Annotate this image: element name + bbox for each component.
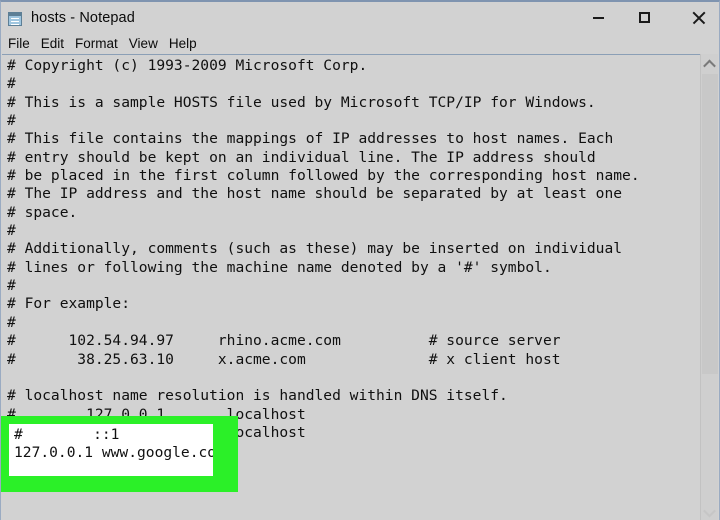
menu-item-help[interactable]: Help xyxy=(169,37,197,51)
scrollbar-thumb[interactable] xyxy=(702,74,718,374)
editor-lines: # Copyright (c) 1993-2009 Microsoft Corp… xyxy=(7,57,640,461)
editor-line: # lines or following the machine name de… xyxy=(7,258,552,276)
highlight-annotation: # ::1 localhost127.0.0.1 www.google.com xyxy=(1,416,238,492)
highlight-annotation-content: # ::1 localhost127.0.0.1 www.google.com xyxy=(9,424,213,476)
scroll-up-button[interactable] xyxy=(701,56,718,73)
window-title: hosts - Notepad xyxy=(31,10,135,26)
editor-line: # xyxy=(7,222,16,240)
editor-line: # Additionally, comments (such as these)… xyxy=(7,240,623,258)
editor-line: # Copyright (c) 1993-2009 Microsoft Corp… xyxy=(7,57,368,74)
minimize-icon xyxy=(592,16,604,19)
close-icon xyxy=(692,11,705,24)
editor-line: # xyxy=(7,313,16,331)
menu-item-edit[interactable]: Edit xyxy=(41,37,64,51)
editor-line: # This is a sample HOSTS file used by Mi… xyxy=(7,93,596,111)
editor-line: # xyxy=(7,112,16,130)
editor-line: # entry should be kept on an individual … xyxy=(7,148,596,166)
editor-line: # space. xyxy=(7,203,78,221)
scroll-down-button[interactable] xyxy=(701,504,718,520)
editor-line: # 102.54.94.97 rhino.acme.com # source s… xyxy=(7,332,561,350)
highlight-annotation-lines: # ::1 localhost127.0.0.1 www.google.com xyxy=(14,426,213,463)
editor-line: # xyxy=(7,277,16,295)
menu-item-view[interactable]: View xyxy=(129,37,158,51)
notepad-icon xyxy=(7,10,24,27)
menu-item-file[interactable]: File xyxy=(8,37,30,51)
maximize-button[interactable] xyxy=(621,2,667,33)
editor-line: # This file contains the mappings of IP … xyxy=(7,130,614,148)
editor-line: # xyxy=(7,75,16,93)
editor-line: # 38.25.63.10 x.acme.com # x client host xyxy=(7,350,561,368)
menu-bar: File Edit Format View Help xyxy=(1,34,719,54)
menu-item-format[interactable]: Format xyxy=(75,37,118,51)
close-button[interactable] xyxy=(675,2,719,33)
editor-line: 127.0.0.1 www.google.com xyxy=(14,444,213,462)
chevron-up-icon xyxy=(703,59,716,73)
editor-line: # localhost name resolution is handled w… xyxy=(7,387,508,405)
editor-line: # be placed in the first column followed… xyxy=(7,167,640,185)
minimize-button[interactable] xyxy=(575,2,621,33)
notepad-window: hosts - Notepad File Edit Format View He… xyxy=(0,0,720,520)
editor-line: # ::1 localhost xyxy=(14,426,120,443)
chevron-down-icon xyxy=(703,504,716,518)
vertical-scrollbar[interactable] xyxy=(700,54,718,520)
editor-line: # For example: xyxy=(7,295,131,313)
maximize-icon xyxy=(638,12,650,23)
editor-line: # The IP address and the host name shoul… xyxy=(7,185,623,203)
